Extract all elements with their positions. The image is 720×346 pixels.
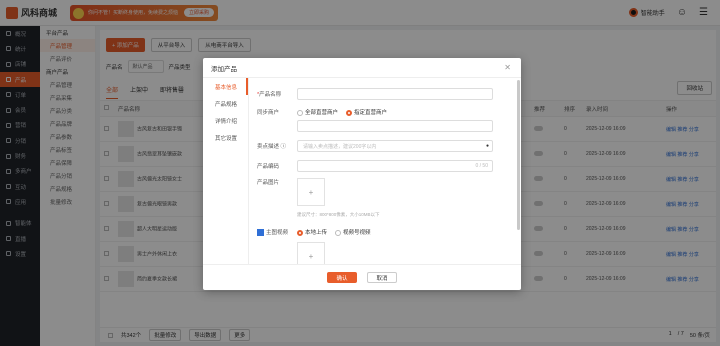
video-local-radio[interactable]: 本地上传 <box>297 228 327 236</box>
plus-icon: + <box>308 251 314 261</box>
radio-checked-icon <box>297 229 303 236</box>
modal-body: *产品名称 同步商户 全部直营商户 指定直营商户 卖点描述 ⓘ 请输入卖点描述，… <box>249 78 515 264</box>
sync-specified-radio[interactable]: 指定直营商户 <box>346 108 387 116</box>
close-icon[interactable]: ✕ <box>504 63 511 72</box>
product-name-input[interactable] <box>297 88 493 100</box>
video-channel-radio[interactable]: 视频号视频 <box>335 228 371 236</box>
sync-label: 同步商户 <box>257 110 280 116</box>
add-product-modal: 添加产品 ✕ 基本信息 产品规格 详情介绍 其它设置 *产品名称 同步商户 全部… <box>203 58 521 290</box>
code-label: 产品编码 <box>257 164 280 170</box>
selling-point-input[interactable]: 请输入卖点描述，建议200字以内 ● <box>297 140 493 152</box>
modal-nav-other[interactable]: 其它设置 <box>203 129 248 146</box>
sync-all-radio[interactable]: 全部直营商户 <box>297 108 338 116</box>
modal-title: 添加产品 <box>211 65 237 73</box>
modal-nav: 基本信息 产品规格 详情介绍 其它设置 <box>203 78 249 264</box>
confirm-button[interactable]: 确认 <box>327 272 357 283</box>
product-code-input[interactable]: 0 / 50 <box>297 160 493 172</box>
plus-icon: + <box>308 187 314 197</box>
modal-nav-basic[interactable]: 基本信息 <box>203 78 248 95</box>
share-label: 卖点描述 <box>257 144 280 150</box>
radio-icon <box>335 229 342 236</box>
image-hint: 建议尺寸：800*800像素，大小10MB以下 <box>297 212 380 217</box>
modal-nav-detail[interactable]: 详情介绍 <box>203 112 248 129</box>
image-upload[interactable]: + <box>297 178 325 206</box>
name-label: 产品名称 <box>259 92 282 98</box>
modal-nav-spec[interactable]: 产品规格 <box>203 95 248 112</box>
merchant-select[interactable] <box>297 120 493 132</box>
help-icon[interactable]: ⓘ <box>281 144 287 150</box>
cancel-button[interactable]: 取消 <box>367 272 397 283</box>
image-label: 产品图片 <box>257 180 280 186</box>
code-char-count: 0 / 50 <box>475 163 488 169</box>
radio-checked-icon <box>346 109 353 116</box>
radio-icon <box>297 109 303 116</box>
video-icon <box>257 229 264 237</box>
video-upload[interactable]: + <box>297 242 325 264</box>
emoji-icon[interactable]: ● <box>486 143 489 149</box>
modal-scrollbar[interactable] <box>517 80 520 230</box>
video-label: 主图视频 <box>266 230 289 236</box>
